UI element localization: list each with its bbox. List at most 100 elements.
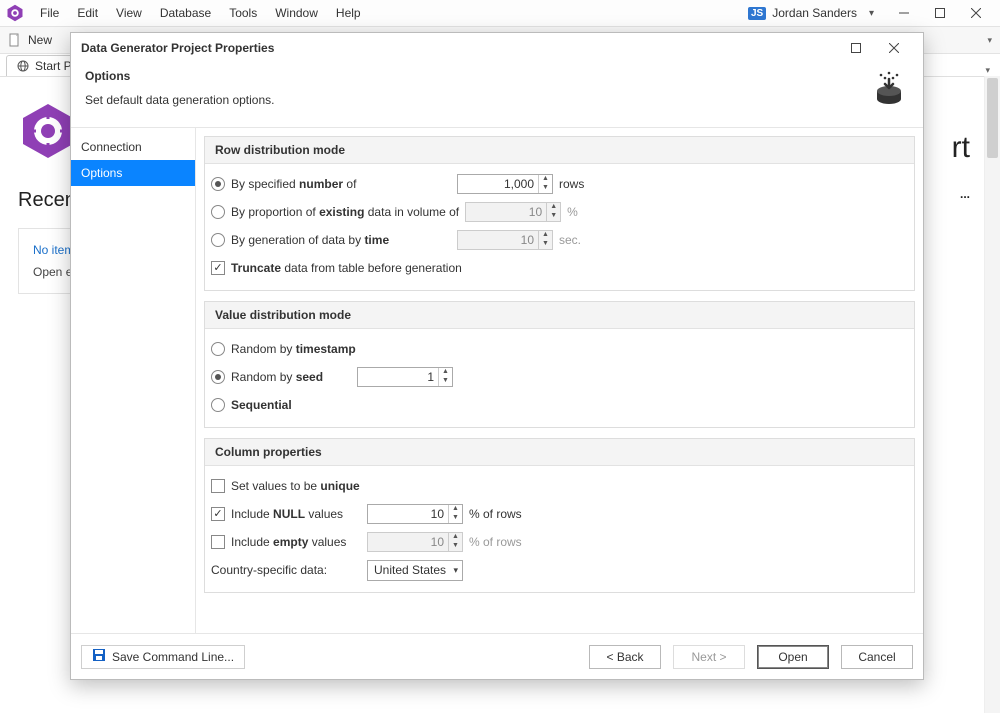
radio-icon [211,370,225,384]
spin-up-icon: ▲ [449,533,462,542]
data-generator-icon [869,69,909,109]
unit-label: sec. [559,233,599,247]
chevron-down-icon[interactable]: ▾ [981,65,990,75]
check-null[interactable]: Include NULL values [211,507,361,521]
select-country[interactable]: United States ▾ [367,560,463,581]
back-button[interactable]: < Back [589,645,661,669]
chevron-down-icon: ▾ [863,8,880,19]
menu-tools[interactable]: Tools [221,2,265,24]
menu-file[interactable]: File [32,2,67,24]
dialog-maximize-button[interactable] [837,34,875,62]
chevron-down-icon: ▾ [453,565,458,576]
input-proportion: 10 ▲▼ [465,202,561,222]
save-icon [92,648,106,665]
check-unique[interactable]: Set values to be unique [211,479,361,493]
spin-down-icon: ▼ [539,240,552,249]
spin-up-icon: ▲ [547,203,560,212]
spin-down-icon[interactable]: ▼ [439,377,452,386]
dialog-header: Options Set default data generation opti… [71,63,923,128]
spin-down-icon: ▼ [547,212,560,221]
check-icon [211,507,225,521]
new-file-icon[interactable] [8,33,22,47]
group-heading: Value distribution mode [205,302,914,329]
radio-sequential[interactable]: Sequential [211,398,351,412]
group-heading: Row distribution mode [205,137,914,164]
input-null-percent[interactable]: 10 ▲▼ [367,504,463,524]
input-seed[interactable]: 1 ▲▼ [357,367,453,387]
scrollbar-thumb[interactable] [987,78,998,158]
unit-label: % of rows [469,535,522,549]
check-icon [211,261,225,275]
radio-random-timestamp[interactable]: Random by timestamp [211,342,356,356]
label-country: Country-specific data: [211,563,361,577]
dialog-nav: Connection Options [71,128,196,633]
dialog-subheading: Set default data generation options. [85,93,274,107]
dialog-titlebar: Data Generator Project Properties [71,33,923,63]
open-button[interactable]: Open [757,645,829,669]
spin-down-icon: ▼ [449,542,462,551]
next-button: Next > [673,645,745,669]
user-badge: JS [748,7,766,20]
dialog-title: Data Generator Project Properties [81,41,274,55]
spin-up-icon[interactable]: ▲ [539,175,552,184]
options-fragment: ... [960,187,970,201]
spin-down-icon[interactable]: ▼ [449,514,462,523]
globe-icon [17,60,29,72]
scrollbar[interactable] [984,76,1000,713]
close-button[interactable] [958,1,994,25]
dialog-content: Row distribution mode By specified numbe… [196,128,923,633]
group-row-distribution: Row distribution mode By specified numbe… [204,136,915,291]
menubar: File Edit View Database Tools Window Hel… [0,0,1000,26]
input-empty-percent: 10 ▲▼ [367,532,463,552]
radio-by-time[interactable]: By generation of data by time [211,233,451,247]
unit-label: rows [559,177,599,191]
dialog-footer: Save Command Line... < Back Next > Open … [71,633,923,679]
radio-icon [211,398,225,412]
check-truncate[interactable]: Truncate data from table before generati… [211,261,462,275]
menu-help[interactable]: Help [328,2,369,24]
check-empty[interactable]: Include empty values [211,535,361,549]
menu-view[interactable]: View [108,2,150,24]
user-menu[interactable]: JS Jordan Sanders ▾ [748,6,886,20]
nav-options[interactable]: Options [71,160,195,186]
menu-items: File Edit View Database Tools Window Hel… [32,2,369,24]
dialog-heading: Options [85,69,274,83]
radio-icon [211,177,225,191]
window-controls [886,1,994,25]
check-icon [211,535,225,549]
menu-window[interactable]: Window [267,2,326,24]
project-properties-dialog: Data Generator Project Properties Option… [70,32,924,680]
group-value-distribution: Value distribution mode Random by timest… [204,301,915,428]
user-name: Jordan Sanders [772,6,857,20]
minimize-button[interactable] [886,1,922,25]
radio-icon [211,342,225,356]
unit-label: % [567,205,607,219]
menu-database[interactable]: Database [152,2,219,24]
new-label[interactable]: New [28,33,52,47]
check-icon [211,479,225,493]
brand-fragment: rt [952,131,970,165]
save-command-line-button[interactable]: Save Command Line... [81,645,245,669]
radio-random-seed[interactable]: Random by seed [211,370,351,384]
spin-up-icon: ▲ [539,231,552,240]
radio-icon [211,205,225,219]
product-logo-icon [18,101,78,161]
input-time: 10 ▲▼ [457,230,553,250]
unit-label: % of rows [469,507,522,521]
nav-connection[interactable]: Connection [71,134,195,160]
group-heading: Column properties [205,439,914,466]
app-icon [6,4,24,22]
cancel-button[interactable]: Cancel [841,645,913,669]
input-number-rows[interactable]: 1,000 ▲▼ [457,174,553,194]
maximize-button[interactable] [922,1,958,25]
radio-by-proportion[interactable]: By proportion of existing data in volume… [211,205,459,219]
radio-by-number[interactable]: By specified number of [211,177,451,191]
chevron-down-icon[interactable]: ▾ [983,35,992,46]
dialog-close-button[interactable] [875,34,913,62]
spin-up-icon[interactable]: ▲ [439,368,452,377]
radio-icon [211,233,225,247]
spin-down-icon[interactable]: ▼ [539,184,552,193]
menu-edit[interactable]: Edit [69,2,106,24]
group-column-properties: Column properties Set values to be uniqu… [204,438,915,593]
spin-up-icon[interactable]: ▲ [449,505,462,514]
